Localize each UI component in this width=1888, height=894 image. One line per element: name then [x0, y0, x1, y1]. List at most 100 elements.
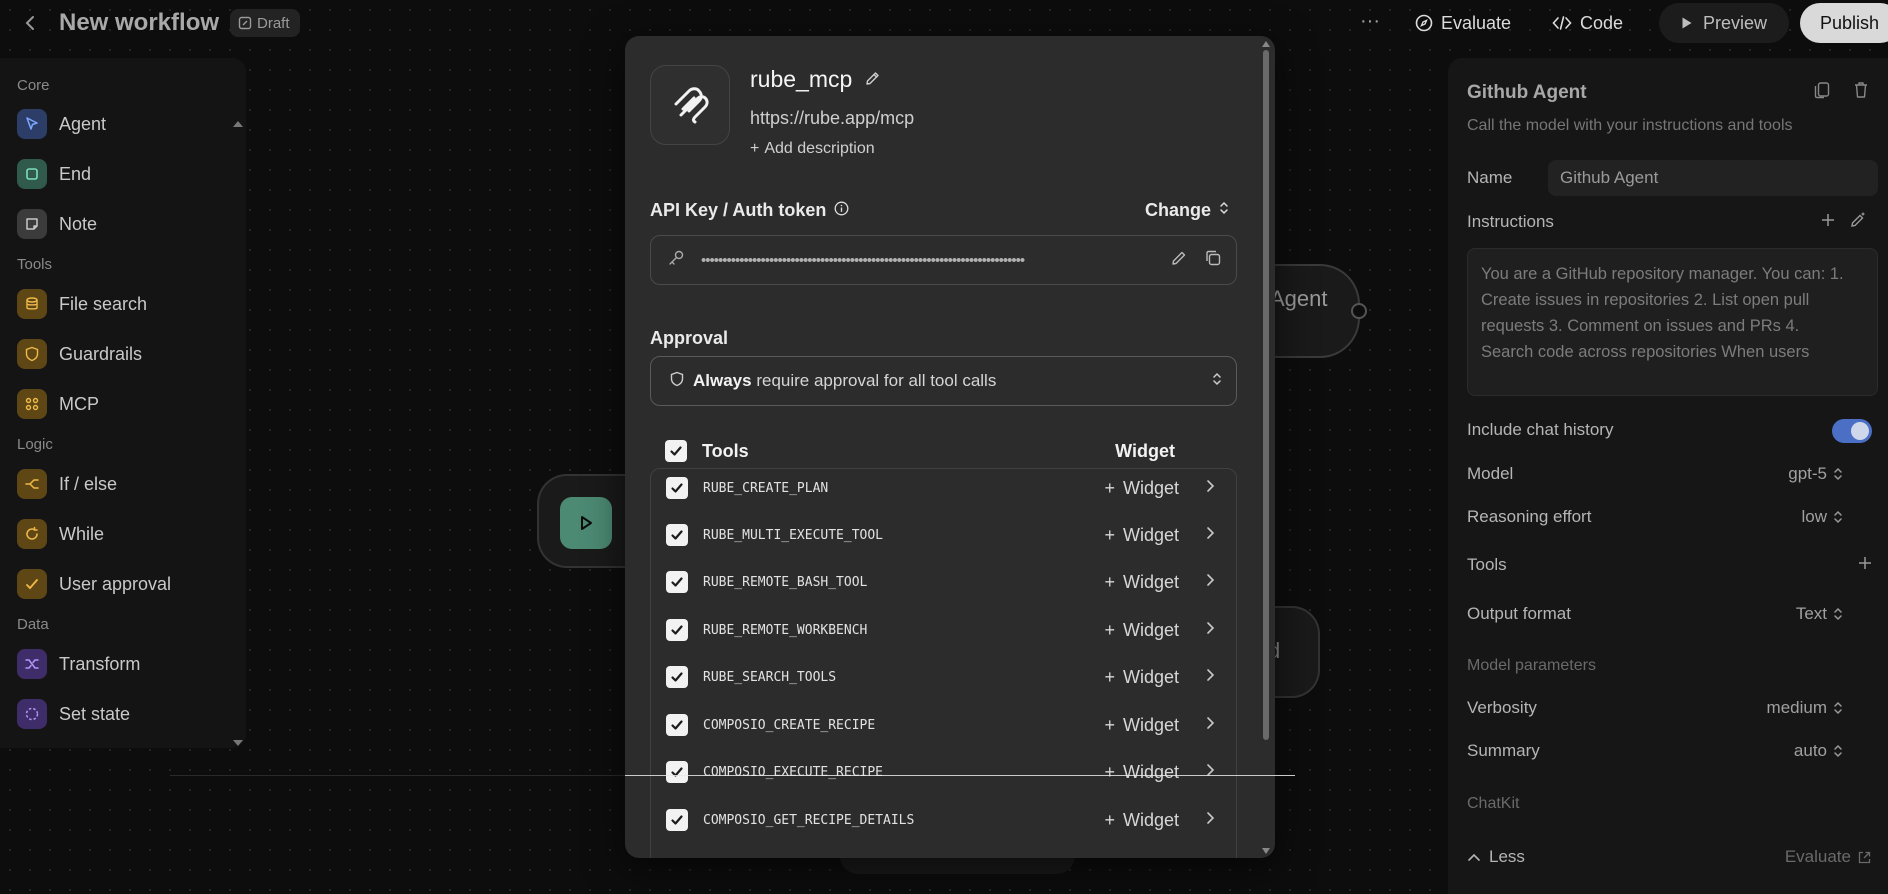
tool-row[interactable]: RUBE_REMOTE_BASH_TOOL + Widget	[666, 567, 1223, 597]
sidebar-item-mcp[interactable]: MCP	[17, 388, 99, 420]
copy-icon[interactable]	[1812, 80, 1834, 102]
chevron-right-icon[interactable]	[1205, 479, 1215, 498]
tool-name: COMPOSIO_EXECUTE_RECIPE	[703, 764, 884, 780]
chevron-right-icon[interactable]	[1205, 811, 1215, 830]
server-name-text: rube_mcp	[750, 66, 853, 92]
add-widget-button[interactable]: + Widget	[1104, 620, 1179, 641]
chat-history-toggle[interactable]	[1832, 419, 1872, 443]
model-select[interactable]: gpt-5	[1788, 464, 1843, 484]
info-icon[interactable]	[834, 200, 849, 221]
auth-token-field[interactable]: ••••••••••••••••••••••••••••••••••••••••…	[650, 235, 1237, 285]
tool-row[interactable]: RUBE_CREATE_PLAN + Widget	[666, 473, 1223, 503]
code-button[interactable]: Code	[1552, 8, 1623, 38]
sidebar-item-file-search[interactable]: File search	[17, 288, 147, 320]
tool-checkbox[interactable]	[666, 666, 688, 688]
start-node[interactable]	[537, 474, 637, 568]
sidebar-item-agent[interactable]: Agent	[17, 108, 106, 140]
token-actions	[1170, 249, 1222, 272]
sidebar-scroll-down[interactable]	[233, 740, 243, 746]
trash-icon[interactable]	[1851, 80, 1873, 102]
less-toggle-button[interactable]: Less	[1467, 847, 1525, 867]
tool-checkbox[interactable]	[666, 477, 688, 499]
add-tool-plus-icon[interactable]	[1856, 554, 1878, 576]
chevron-updown-icon	[1219, 200, 1229, 221]
back-button[interactable]	[18, 11, 42, 35]
tool-row[interactable]: COMPOSIO_EXECUTE_RECIPE + Widget	[666, 757, 1223, 787]
add-widget-button[interactable]: + Widget	[1104, 667, 1179, 688]
tool-row[interactable]: COMPOSIO_CREATE_RECIPE + Widget	[666, 710, 1223, 740]
summary-select[interactable]: auto	[1794, 741, 1843, 761]
tool-checkbox[interactable]	[666, 619, 688, 641]
server-name: rube_mcp	[750, 66, 881, 93]
sidebar-item-label: User approval	[59, 573, 172, 594]
chevron-right-icon[interactable]	[1205, 763, 1215, 782]
sidebar-item-if-else[interactable]: If / else	[17, 468, 117, 500]
add-widget-button[interactable]: + Widget	[1104, 525, 1179, 546]
tool-checkbox[interactable]	[666, 524, 688, 546]
sidebar-item-transform[interactable]: Transform	[17, 648, 140, 680]
sidebar-item-set-state[interactable]: Set state	[17, 698, 130, 730]
chevron-right-icon[interactable]	[1205, 621, 1215, 640]
tool-name: RUBE_REMOTE_WORKBENCH	[703, 622, 868, 638]
pencil-icon[interactable]	[1170, 249, 1188, 272]
agent-name-input[interactable]: Github Agent	[1548, 160, 1878, 196]
tool-checkbox[interactable]	[666, 571, 688, 593]
chevron-right-icon[interactable]	[1205, 716, 1215, 735]
sidebar-item-end[interactable]: End	[17, 158, 91, 190]
note-icon	[17, 209, 47, 239]
approval-value-rest: require approval for all tool calls	[756, 371, 997, 390]
modal-scroll-up[interactable]	[1262, 41, 1270, 47]
sidebar-item-label: MCP	[59, 393, 99, 414]
workflow-title[interactable]: New workflow	[59, 9, 219, 37]
publish-button[interactable]: Publish	[1800, 3, 1888, 43]
verbosity-value: medium	[1766, 698, 1827, 717]
add-widget-button[interactable]: + Widget	[1104, 762, 1179, 783]
mcp-server-modal: rube_mcp https://rube.app/mcp + Add desc…	[625, 36, 1275, 858]
instructions-textarea[interactable]: You are a GitHub repository manager. You…	[1467, 248, 1878, 396]
chevron-right-icon[interactable]	[1205, 668, 1215, 687]
add-widget-button[interactable]: + Widget	[1104, 810, 1179, 831]
change-auth-button[interactable]: Change	[1145, 200, 1229, 221]
tool-row[interactable]: COMPOSIO_GET_RECIPE_DETAILS + Widget	[666, 805, 1223, 835]
tool-checkbox[interactable]	[666, 761, 688, 783]
tool-row[interactable]: RUBE_SEARCH_TOOLS + Widget	[666, 662, 1223, 692]
name-label: Name	[1467, 168, 1513, 187]
chevron-right-icon[interactable]	[1205, 573, 1215, 592]
chevron-updown-icon	[1834, 510, 1842, 524]
add-description-button[interactable]: + Add description	[750, 140, 875, 158]
chevron-right-icon[interactable]	[1205, 526, 1215, 545]
tool-checkbox[interactable]	[666, 714, 688, 736]
pencil-icon[interactable]	[864, 66, 881, 93]
sidebar-item-while[interactable]: While	[17, 518, 104, 550]
add-widget-button[interactable]: + Widget	[1104, 715, 1179, 736]
tool-checkbox[interactable]	[666, 809, 688, 831]
tool-row[interactable]: RUBE_MULTI_EXECUTE_TOOL + Widget	[666, 520, 1223, 550]
add-widget-button[interactable]: + Widget	[1104, 478, 1179, 499]
verbosity-select[interactable]: medium	[1767, 698, 1843, 718]
copy-icon[interactable]	[1204, 249, 1222, 272]
reasoning-select[interactable]: low	[1801, 507, 1843, 527]
approval-select[interactable]: Always require approval for all tool cal…	[650, 356, 1237, 406]
modal-scrollbar[interactable]	[1263, 50, 1269, 740]
instructions-text: You are a GitHub repository manager. You…	[1481, 265, 1844, 361]
preview-button[interactable]: Preview	[1659, 3, 1789, 43]
draft-label: Draft	[257, 14, 290, 32]
add-widget-button[interactable]: + Widget	[1104, 572, 1179, 593]
cursor-icon	[17, 109, 47, 139]
tool-row[interactable]: RUBE_REMOTE_WORKBENCH + Widget	[666, 615, 1223, 645]
agent-node-output-port[interactable]	[1351, 303, 1367, 319]
sidebar-item-user-approval[interactable]: User approval	[17, 568, 171, 600]
more-options-button[interactable]: ···	[1357, 10, 1383, 36]
evaluate-button[interactable]: Evaluate	[1415, 8, 1511, 38]
sidebar-item-note[interactable]: Note	[17, 208, 97, 240]
verbosity-label: Verbosity	[1467, 698, 1537, 717]
magic-pencil-icon[interactable]	[1849, 211, 1871, 233]
select-all-checkbox[interactable]	[665, 440, 687, 462]
sidebar-item-guardrails[interactable]: Guardrails	[17, 338, 142, 370]
preview-label: Preview	[1702, 12, 1768, 33]
evaluate-link[interactable]: Evaluate	[1785, 847, 1872, 867]
plus-icon[interactable]	[1819, 211, 1841, 233]
modal-scroll-down[interactable]	[1262, 848, 1270, 854]
sidebar-scroll-up[interactable]	[233, 121, 243, 127]
output-format-select[interactable]: Text	[1796, 604, 1843, 624]
